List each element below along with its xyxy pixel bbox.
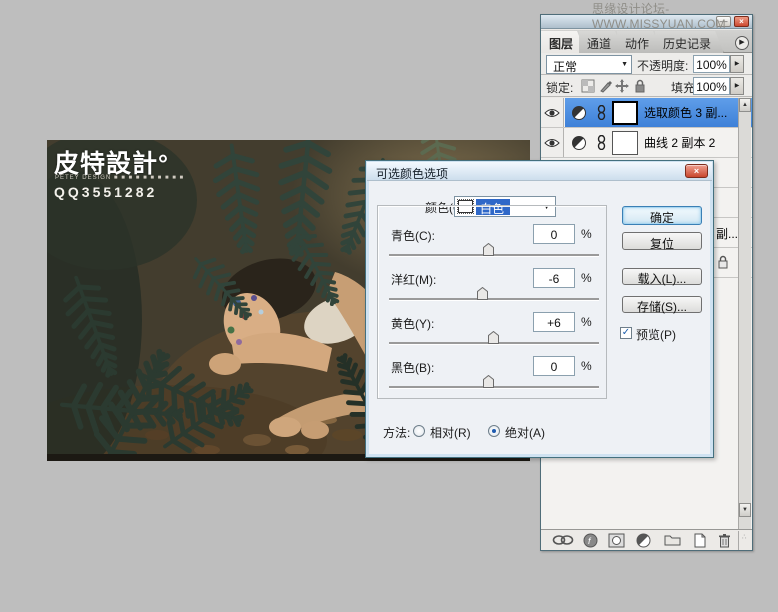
layer-row-curves[interactable]: 曲线 2 副本 2 xyxy=(541,128,752,158)
yellow-value-input[interactable]: +6 xyxy=(533,312,575,332)
fill-value[interactable]: 100% xyxy=(693,77,730,95)
eye-icon xyxy=(544,108,560,118)
cyan-slider-track[interactable] xyxy=(389,254,599,256)
background-lock-icon xyxy=(717,255,729,269)
black-slider-thumb[interactable] xyxy=(483,375,494,388)
layer-style-fx-icon[interactable]: f xyxy=(583,533,598,548)
black-slider-track[interactable] xyxy=(389,386,599,388)
magenta-slider-track[interactable] xyxy=(389,298,599,300)
chevron-down-icon: ▼ xyxy=(621,61,628,68)
cyan-slider-thumb[interactable] xyxy=(483,243,494,256)
eye-icon xyxy=(544,138,560,148)
new-group-folder-icon[interactable] xyxy=(664,533,681,547)
blend-mode-row: 正常 ▼ 不透明度: 100% ▶ xyxy=(541,53,752,75)
panel-scrollbar[interactable]: ▲ ▼ xyxy=(738,98,751,529)
photo-watermark-sub: PETEY DESIGN ■ ■ ■ ■ ■ ■ ■ ■ ■ ■ xyxy=(55,175,184,181)
photo-watermark-qq: QQ3551282 xyxy=(54,184,157,200)
lock-position-move-icon[interactable] xyxy=(615,79,629,93)
method-relative-label[interactable]: 相对(R) xyxy=(430,424,471,441)
link-layers-icon[interactable] xyxy=(552,533,574,547)
dialog-titlebar[interactable]: 可选颜色选项 xyxy=(367,162,712,181)
scroll-up-icon[interactable]: ▲ xyxy=(739,98,751,112)
cyan-value-input[interactable]: 0 xyxy=(533,224,575,244)
yellow-slider-thumb[interactable] xyxy=(488,331,499,344)
magenta-value-input[interactable]: -6 xyxy=(533,268,575,288)
layer-mask-thumbnail[interactable] xyxy=(612,131,638,155)
opacity-value[interactable]: 100% xyxy=(693,55,730,73)
layer-name[interactable]: 副... xyxy=(716,225,738,242)
reset-button[interactable]: 复位 xyxy=(622,232,702,250)
site-watermark: 思缘设计论坛-WWW.MISSYUAN.COM xyxy=(592,0,778,31)
method-relative-radio[interactable] xyxy=(413,425,425,437)
preview-checkbox[interactable]: ✓ xyxy=(620,327,632,339)
adjustment-layer-icon xyxy=(571,135,587,151)
adjustment-layer-icon xyxy=(571,105,587,121)
lock-transparency-icon[interactable] xyxy=(581,79,595,93)
panel-bottom-toolbar: f ∴ xyxy=(541,529,752,550)
link-mask-icon xyxy=(597,135,606,150)
visibility-toggle[interactable] xyxy=(541,128,564,157)
dialog-title: 可选颜色选项 xyxy=(376,167,448,181)
percent-sign: % xyxy=(581,271,592,285)
visibility-toggle[interactable] xyxy=(541,98,564,127)
lock-all-icon[interactable] xyxy=(633,79,647,93)
panel-tab-bar: 图层 通道 动作 历史记录 xyxy=(541,30,752,53)
tab-history[interactable]: 历史记录 xyxy=(655,31,724,53)
opacity-label: 不透明度: xyxy=(637,57,688,74)
save-button[interactable]: 存储(S)... xyxy=(622,296,702,313)
panel-menu-icon[interactable]: ▶ xyxy=(735,36,749,50)
delete-layer-trash-icon[interactable] xyxy=(718,533,731,548)
selective-color-dialog: 可选颜色选项 × 颜色(O): 白色 ▼ 青色(C): 0 % 洋红(M): -… xyxy=(365,160,714,458)
percent-sign: % xyxy=(581,359,592,373)
black-label: 黑色(B): xyxy=(391,359,434,376)
opacity-spinner-icon[interactable]: ▶ xyxy=(730,55,744,73)
percent-sign: % xyxy=(581,227,592,241)
dialog-close-icon[interactable]: × xyxy=(685,164,708,178)
preview-label[interactable]: 预览(P) xyxy=(636,326,676,343)
blend-mode-select[interactable]: 正常 ▼ xyxy=(546,55,632,74)
layer-row-selective-color[interactable]: 选取颜色 3 副... xyxy=(541,98,752,128)
method-absolute-radio[interactable] xyxy=(488,425,500,437)
layer-name[interactable]: 曲线 2 副本 2 xyxy=(644,134,715,151)
magenta-slider-thumb[interactable] xyxy=(477,287,488,300)
black-value-input[interactable]: 0 xyxy=(533,356,575,376)
lock-row: 锁定: 填充: 100% ▶ xyxy=(541,75,752,97)
load-button[interactable]: 载入(L)... xyxy=(622,268,702,285)
percent-sign: % xyxy=(581,315,592,329)
lock-label: 锁定: xyxy=(546,79,573,96)
new-layer-icon[interactable] xyxy=(693,533,707,548)
method-absolute-label[interactable]: 绝对(A) xyxy=(505,424,545,441)
layer-mask-thumbnail[interactable] xyxy=(612,101,638,125)
cyan-label: 青色(C): xyxy=(391,227,435,244)
method-label: 方法: xyxy=(383,424,410,441)
scroll-down-icon[interactable]: ▼ xyxy=(739,503,751,517)
add-layer-mask-icon[interactable] xyxy=(608,533,625,548)
fill-spinner-icon[interactable]: ▶ xyxy=(730,77,744,95)
link-mask-icon xyxy=(597,105,606,120)
magenta-label: 洋红(M): xyxy=(391,271,436,288)
lock-pixels-brush-icon[interactable] xyxy=(599,79,613,93)
yellow-label: 黄色(Y): xyxy=(391,315,434,332)
resize-grip-icon[interactable]: ∴ xyxy=(742,535,747,540)
new-adjustment-layer-icon[interactable] xyxy=(636,533,651,548)
toolbar-separator xyxy=(738,531,739,550)
layer-name[interactable]: 选取颜色 3 副... xyxy=(644,104,727,121)
blend-mode-value: 正常 xyxy=(553,60,577,74)
ok-button[interactable]: 确定 xyxy=(622,206,702,225)
